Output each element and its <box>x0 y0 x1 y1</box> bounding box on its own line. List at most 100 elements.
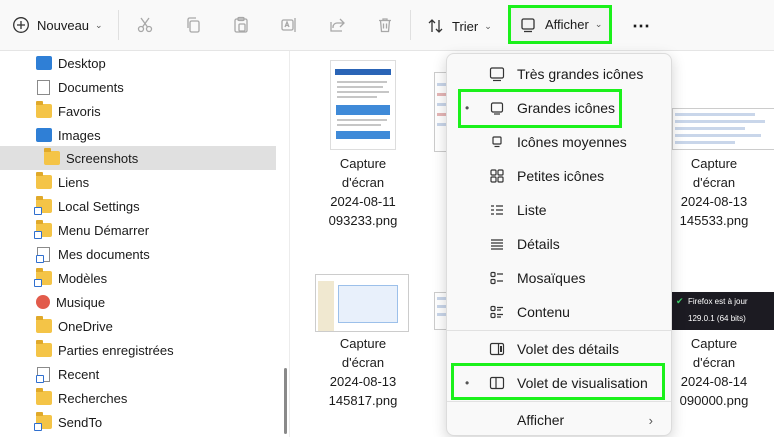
view-button[interactable]: Afficher ⌄ <box>508 5 612 44</box>
rename-button[interactable] <box>280 16 298 34</box>
menu-item-label: Liste <box>517 202 547 218</box>
new-button[interactable]: Nouveau ⌄ <box>12 16 103 34</box>
file-item[interactable]: Capture d'écran 2024-08-13 145533.png <box>664 154 764 230</box>
file-name-line: 090000.png <box>679 393 749 408</box>
sidebar-item-local-settings[interactable]: Local Settings <box>0 194 312 218</box>
menu-item-tiles[interactable]: Mosaïques <box>447 261 671 295</box>
sort-icon <box>427 17 445 35</box>
file-name-line: Capture <box>339 336 387 351</box>
share-button[interactable] <box>328 16 346 34</box>
plus-circle-icon <box>12 16 30 34</box>
sidebar-item-label: Documents <box>58 79 124 95</box>
paste-button[interactable] <box>232 16 250 34</box>
delete-icon <box>376 16 394 34</box>
menu-item-medium-icons[interactable]: Icônes moyennes <box>447 125 671 159</box>
sidebar-item-label: Favoris <box>58 103 101 119</box>
highlight-large-icons <box>458 89 622 128</box>
sidebar-item-label: Liens <box>58 174 90 190</box>
cut-button[interactable] <box>136 16 154 34</box>
menu-item-content[interactable]: Contenu <box>447 295 671 329</box>
sidebar-item-label: SendTo <box>58 414 103 430</box>
menu-item-show-submenu[interactable]: Afficher › <box>447 403 671 437</box>
sidebar-item-label: OneDrive <box>58 318 113 334</box>
sidebar-item-musique[interactable]: Musique <box>0 290 312 314</box>
folder-icon <box>36 388 52 405</box>
sidebar-item-label: Musique <box>56 294 106 310</box>
file-name-line: Capture <box>690 336 738 351</box>
menu-item-label: Petites icônes <box>517 168 605 184</box>
menu-item-list[interactable]: Liste <box>447 193 671 227</box>
toolbar-divider <box>410 10 411 40</box>
toolbar-divider <box>118 10 119 40</box>
tiles-icon <box>489 270 505 286</box>
sidebar-item-images[interactable]: Images <box>0 123 312 147</box>
folder-icon <box>36 101 52 118</box>
check-icon: ✔ <box>676 296 684 306</box>
menu-item-label: Afficher <box>517 412 565 428</box>
delete-button[interactable] <box>376 16 394 34</box>
sort-button[interactable]: Trier ⌄ <box>427 17 492 35</box>
folder-icon <box>36 340 52 357</box>
sidebar-item-label: Modèles <box>58 270 108 286</box>
file-name-line: 145533.png <box>679 213 749 228</box>
menu-divider <box>447 330 671 331</box>
sidebar-item-mes-documents[interactable]: Mes documents <box>0 242 312 266</box>
small-icons-icon <box>489 168 505 184</box>
menu-item-label: Contenu <box>517 304 570 320</box>
sidebar-item-favoris[interactable]: Favoris <box>0 99 312 123</box>
menu-item-label: Mosaïques <box>517 270 586 286</box>
file-name-line: 093233.png <box>328 213 398 228</box>
sidebar-item-recent[interactable]: Recent <box>0 362 312 386</box>
sidebar-item-modeles[interactable]: Modèles <box>0 266 312 290</box>
more-options-button[interactable]: ⋯ <box>632 16 651 37</box>
menu-item-extra-large-icons[interactable]: Très grandes icônes <box>447 57 671 91</box>
file-item[interactable]: Capture d'écran 2024-08-13 145817.png <box>313 334 413 410</box>
file-thumbnail[interactable]: ✔ Firefox est à jour 129.0.1 (64 bits) <box>672 292 774 330</box>
file-name-line: d'écran <box>692 175 736 190</box>
sidebar-item-screenshots[interactable]: Screenshots <box>0 146 276 170</box>
desktop-icon <box>36 56 52 70</box>
file-thumbnail[interactable] <box>315 274 409 332</box>
folder-shortcut-icon <box>34 196 52 215</box>
copy-button[interactable] <box>184 16 202 34</box>
folder-icon <box>44 148 60 165</box>
file-name-line: 2024-08-14 <box>680 374 748 389</box>
pane-divider <box>289 51 290 437</box>
file-item-partial[interactable]: 2 <box>394 192 454 211</box>
folder-shortcut-icon <box>34 220 52 239</box>
content-icon <box>489 304 505 320</box>
sidebar-item-label: Mes documents <box>58 246 150 262</box>
paste-icon <box>232 16 250 34</box>
sidebar-item-parties-enregistrees[interactable]: Parties enregistrées <box>0 338 312 362</box>
details-pane-icon <box>489 341 505 357</box>
file-name-line: Capture <box>690 156 738 171</box>
sidebar-item-recherches[interactable]: Recherches <box>0 386 312 410</box>
file-name-fragment: 2 <box>394 192 454 211</box>
document-shortcut-icon <box>36 246 50 263</box>
copy-icon <box>184 16 202 34</box>
sidebar-item-sendto[interactable]: SendTo <box>0 410 312 434</box>
sidebar-item-liens[interactable]: Liens <box>0 170 312 194</box>
sidebar-item-menu-demarrer[interactable]: Menu Démarrer <box>0 218 312 242</box>
file-item[interactable]: Capture d'écran 2024-08-14 090000.png <box>664 334 764 410</box>
sidebar-item-onedrive[interactable]: OneDrive <box>0 314 312 338</box>
menu-item-label: Détails <box>517 236 560 252</box>
file-thumbnail[interactable] <box>330 60 396 150</box>
menu-item-details[interactable]: Détails <box>447 227 671 261</box>
navigation-pane: Desktop Documents Favoris Images Screens… <box>0 51 285 437</box>
sidebar-item-desktop[interactable]: Desktop <box>0 51 312 75</box>
submenu-arrow-icon: › <box>648 412 653 428</box>
menu-item-small-icons[interactable]: Petites icônes <box>447 159 671 193</box>
menu-item-details-pane[interactable]: Volet des détails <box>447 332 671 366</box>
command-bar: Nouveau ⌄ Trier ⌄ Afficher ⌄ ⋯ <box>0 0 774 51</box>
sidebar-scrollbar[interactable] <box>284 368 287 434</box>
music-icon <box>36 295 50 309</box>
view-icon <box>519 16 537 34</box>
file-name-line: Capture <box>339 156 387 171</box>
sidebar-item-label: Desktop <box>58 55 106 71</box>
file-thumbnail[interactable] <box>672 108 774 150</box>
sidebar-item-documents[interactable]: Documents <box>0 75 312 99</box>
folder-icon <box>36 172 52 189</box>
cut-icon <box>136 16 154 34</box>
recent-shortcut-icon <box>36 366 50 383</box>
